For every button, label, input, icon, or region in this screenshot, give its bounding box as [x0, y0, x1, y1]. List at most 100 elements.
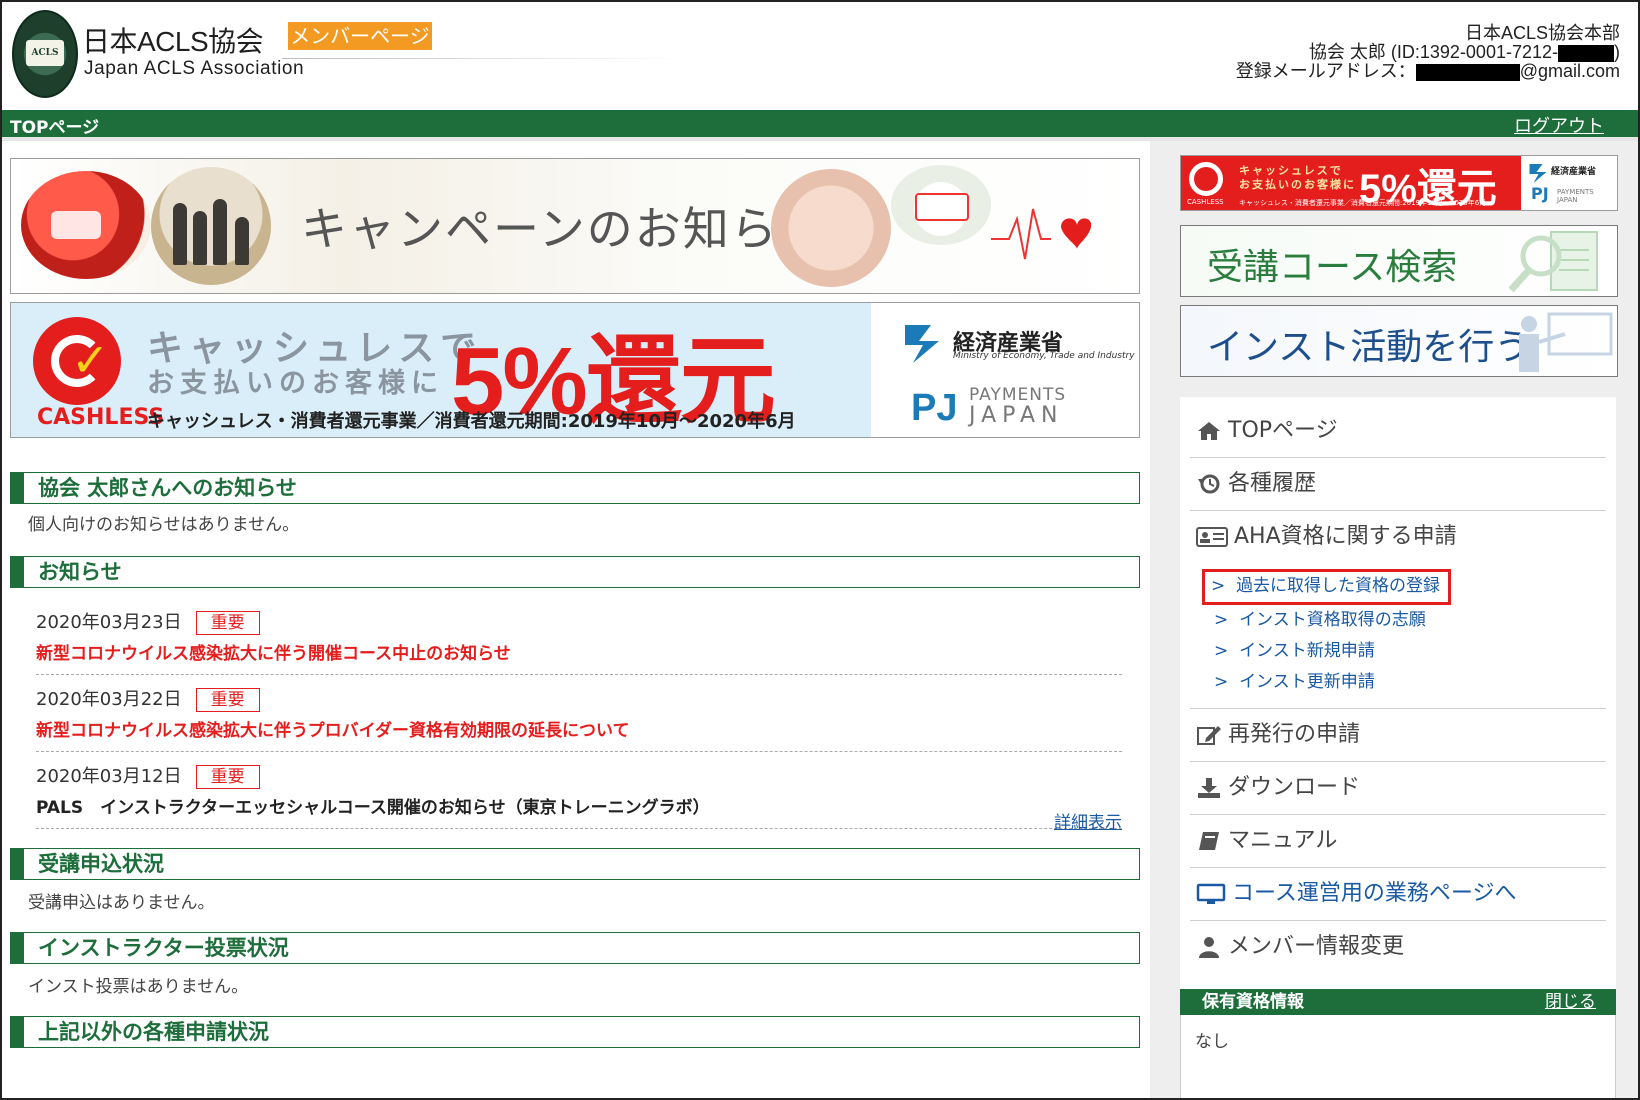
news-title-link[interactable]: PALS インストラクターエッセシャルコース開催のお知らせ（東京トレーニングラボ…	[36, 793, 1122, 818]
menu-item-label: TOPページ	[1228, 418, 1338, 443]
section-heading: 協会 太郎さんへのお知らせ	[10, 472, 1140, 504]
application-status-section: 受講申込状況 受講申込はありません。	[10, 848, 1140, 913]
member-page-tag: メンバーページ	[288, 22, 432, 50]
payments-japan-logo-icon: PJ	[911, 387, 958, 429]
cashless-line2: お支払いのお客様に	[147, 368, 444, 399]
personal-notice-section: 協会 太郎さんへのお知らせ 個人向けのお知らせはありません。	[10, 472, 1140, 535]
news-date: 2020年03月22日	[36, 689, 182, 710]
heartbeat-heart-icon	[991, 208, 1091, 260]
sidebar-cashless-brand: CASHLESS	[1187, 198, 1224, 206]
news-more-link[interactable]: 詳細表示	[1054, 808, 1122, 833]
close-panel-link[interactable]: 閉じる	[1545, 989, 1596, 1015]
section-body: インスト投票はありません。	[28, 977, 249, 997]
held-certifications-panel: 保有資格情報 閉じる なし	[1180, 989, 1616, 1098]
campaign-banner[interactable]: キャンペーンのお知らせ	[10, 158, 1140, 294]
instructor-presentation-icon	[1519, 312, 1613, 372]
chevron-right-icon: >	[1214, 672, 1229, 692]
section-heading: 上記以外の各種申請状況	[10, 1016, 1140, 1048]
held-certifications-header: 保有資格情報 閉じる	[1180, 989, 1616, 1015]
chevron-right-icon: >	[1214, 641, 1229, 661]
submenu-label: インスト更新申請	[1239, 672, 1375, 692]
id-card-icon	[1196, 527, 1228, 547]
meti-logo-icon	[905, 325, 939, 363]
submenu-instructor-aspiration[interactable]: > インスト資格取得の志願	[1208, 605, 1606, 636]
news-date: 2020年03月12日	[36, 766, 182, 787]
sidebar-cashless-banner[interactable]: キャッシュレスで お支払いのお客様に 5%還元 CASHLESS キャッシュレス…	[1180, 155, 1618, 211]
ambulance-image	[891, 165, 991, 245]
menu-item-manual[interactable]: マニュアル	[1190, 815, 1606, 868]
course-search-banner[interactable]: 受講コース検索	[1180, 225, 1618, 297]
chevron-right-icon: >	[1211, 576, 1226, 596]
aed-image	[21, 171, 151, 279]
instructor-activity-banner[interactable]: インスト活動を行う	[1180, 305, 1618, 377]
menu-item-download[interactable]: ダウンロード	[1190, 762, 1606, 815]
news-item: 2020年03月22日 重要 新型コロナウイルス感染拡大に伴うプロバイダー資格有効…	[36, 679, 1122, 752]
important-badge: 重要	[195, 611, 260, 635]
submenu-instructor-new[interactable]: > インスト新規申請	[1208, 636, 1606, 667]
submenu-label: 過去に取得した資格の登録	[1236, 576, 1441, 596]
menu-item-member-info[interactable]: メンバー情報変更	[1190, 921, 1606, 973]
cashless-banner[interactable]: ✓ CASHLESS キャッシュレスで お支払いのお客様に 5%還元 キャッシュ…	[10, 302, 1140, 438]
news-title-link[interactable]: 新型コロナウイルス感染拡大に伴う開催コース中止のお知らせ	[36, 639, 1122, 664]
document-search-icon	[1508, 231, 1598, 293]
news-title-link[interactable]: 新型コロナウイルス感染拡大に伴うプロバイダー資格有効期限の延長について	[36, 716, 1122, 741]
page-frame: ACLS 日本ACLS協会 Japan ACLS Association メンバ…	[0, 0, 1640, 1100]
section-heading: インストラクター投票状況	[10, 932, 1140, 964]
cashless-banner-right: 経済産業省 Ministry of Economy, Trade and Ind…	[871, 303, 1139, 437]
menu-item-label: マニュアル	[1228, 828, 1338, 853]
menu-item-top[interactable]: TOPページ	[1190, 405, 1606, 458]
held-certifications-title: 保有資格情報	[1202, 992, 1304, 1012]
menu-item-operations-page[interactable]: コース運営用の業務ページへ	[1190, 868, 1606, 921]
site-header: ACLS 日本ACLS協会 Japan ACLS Association メンバ…	[2, 2, 1638, 108]
person-figure	[235, 217, 249, 265]
menu-item-aha[interactable]: AHA資格に関する申請	[1190, 511, 1606, 563]
cashless-logo-icon	[1189, 162, 1223, 196]
payments-text: PAYMENTS	[969, 385, 1067, 405]
user-id-line: 協会 太郎 (ID:1392-0001-7212-)	[1236, 43, 1620, 62]
check-mark-icon: ✓	[71, 333, 110, 387]
instructor-activity-label: インスト活動を行う	[1207, 327, 1531, 368]
important-badge: 重要	[195, 765, 260, 789]
site-title: 日本ACLS協会	[82, 26, 264, 57]
user-id-close: )	[1614, 42, 1620, 62]
menu-item-label: コース運営用の業務ページへ	[1232, 881, 1517, 906]
menu-item-label: ダウンロード	[1228, 775, 1361, 800]
submenu-instructor-renewal[interactable]: > インスト更新申請	[1208, 667, 1606, 698]
menu-item-label: 各種履歴	[1228, 471, 1317, 496]
seal-text: ACLS	[26, 40, 64, 66]
edit-icon	[1197, 726, 1221, 745]
home-icon	[1198, 422, 1220, 440]
top-nav-bar: TOPページ ログアウト	[2, 110, 1638, 138]
association-seal-logo[interactable]: ACLS	[12, 10, 78, 98]
held-certifications-body: なし	[1180, 1015, 1616, 1098]
person-figure	[213, 199, 227, 265]
other-applications-section: 上記以外の各種申請状況	[10, 1016, 1140, 1048]
news-item: 2020年03月12日 重要 PALS インストラクターエッセシャルコース開催のお…	[36, 756, 1122, 829]
chevron-right-icon: >	[1214, 610, 1229, 630]
download-icon	[1198, 778, 1220, 798]
user-icon	[1199, 937, 1219, 958]
important-badge: 重要	[195, 688, 260, 712]
submenu-register-past-certification[interactable]: > 過去に取得した資格の登録	[1202, 569, 1452, 605]
aha-submenu: > 過去に取得した資格の登録 > インスト資格取得の志願 > インスト新規申請 …	[1190, 563, 1606, 709]
section-body: 個人向けのお知らせはありません。	[28, 515, 300, 535]
sidebar-cashless-red: キャッシュレスで お支払いのお客様に 5%還元 CASHLESS キャッシュレス…	[1181, 156, 1521, 210]
logout-link[interactable]: ログアウト	[1514, 112, 1604, 138]
campaign-banner-text: キャンペーンのお知らせ	[301, 202, 826, 256]
user-id-text: 協会 太郎 (ID:1392-0001-7212-	[1308, 42, 1558, 62]
org-name: 日本ACLS協会本部	[1464, 23, 1620, 43]
redacted-email	[1415, 63, 1520, 81]
email-label: 登録メールアドレス：	[1235, 61, 1416, 81]
user-info: 日本ACLS協会本部 協会 太郎 (ID:1392-0001-7212-) 登録…	[1236, 24, 1620, 81]
menu-item-history[interactable]: 各種履歴	[1190, 458, 1606, 511]
menu-item-label: AHA資格に関する申請	[1234, 524, 1457, 549]
cashless-footer: キャッシュレス・消費者還元事業／消費者還元期間:2019年10月～2020年6月	[147, 411, 796, 432]
email-domain: @gmail.com	[1519, 61, 1620, 81]
sidebar-cashless-right: 経済産業省 PJ PAYMENTS JAPAN	[1521, 156, 1617, 210]
meti-logo-icon	[1529, 164, 1547, 183]
menu-item-reissue[interactable]: 再発行の申請	[1190, 709, 1606, 762]
sidebar-cashless-line2: お支払いのお客様に	[1239, 178, 1356, 191]
email-line: 登録メールアドレス： @gmail.com	[1236, 62, 1620, 81]
cashless-banner-left: ✓ CASHLESS キャッシュレスで お支払いのお客様に 5%還元 キャッシュ…	[11, 303, 871, 437]
person-figure	[193, 211, 207, 265]
